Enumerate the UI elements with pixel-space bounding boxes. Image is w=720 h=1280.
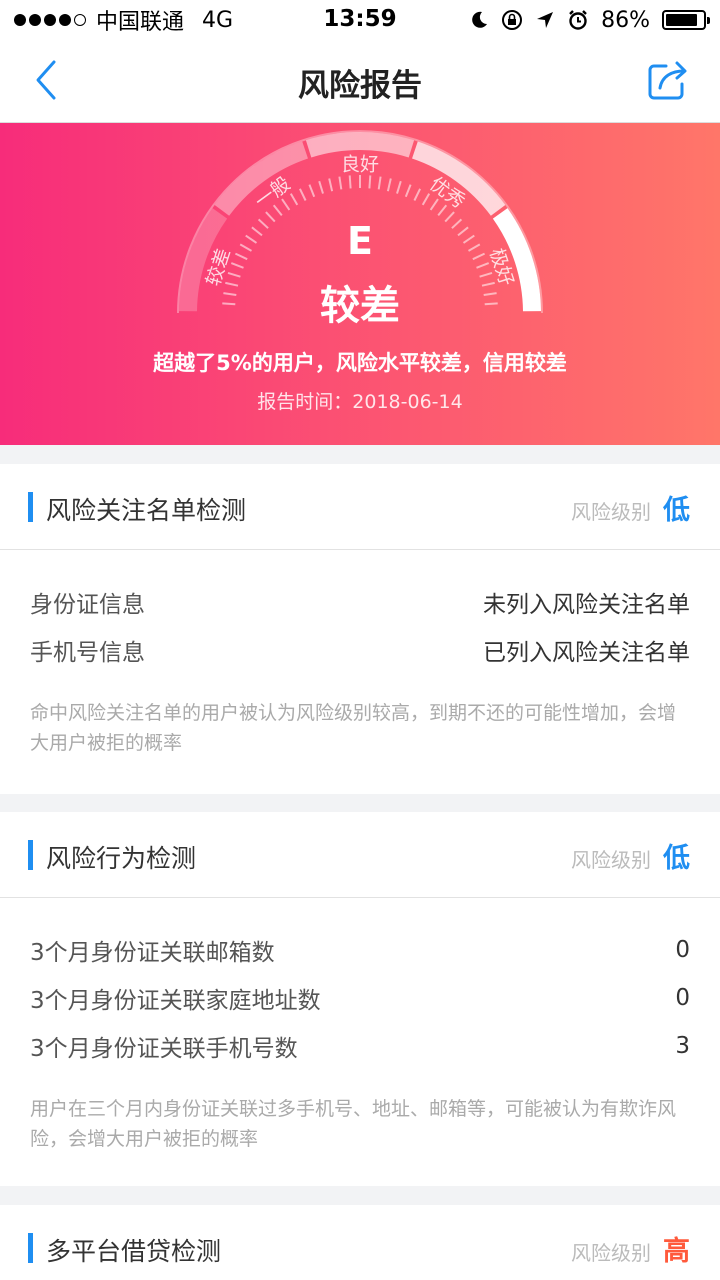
row-value: 0	[675, 985, 690, 1011]
section-note: 用户在三个月内身份证关联过多手机号、地址、邮箱等，可能被认为有欺诈风险，会增大用…	[30, 1098, 677, 1150]
alarm-icon	[569, 10, 587, 30]
risk-level-label: 风险级别	[571, 500, 651, 524]
row-label: 3个月身份证关联手机号数	[30, 1036, 298, 1062]
risk-level-value: 高	[663, 1236, 690, 1267]
gauge-tick	[281, 198, 291, 211]
row-value: 已列入风险关注名单	[483, 640, 690, 666]
gauge-tick	[272, 204, 283, 217]
gauge-tick	[348, 175, 352, 189]
battery-icon	[662, 10, 710, 30]
risk-level-value: 低	[663, 495, 690, 526]
gauge-tick	[404, 184, 412, 198]
gauge-tick	[368, 175, 372, 189]
risk-level-value: 低	[663, 843, 690, 874]
section-header: 风险关注名单检测 风险级别 低	[0, 464, 720, 550]
gauge-tick	[421, 193, 431, 206]
row-label: 3个月身份证关联家庭地址数	[30, 988, 321, 1014]
gauge-tick	[476, 262, 490, 269]
table-row: 手机号信息 已列入风险关注名单	[0, 626, 720, 674]
table-row: 3个月身份证关联家庭地址数 0	[0, 974, 720, 1022]
table-row: 身份证信息 未列入风险关注名单	[0, 578, 720, 626]
gauge-tick	[299, 188, 307, 201]
report-time: 报告时间：2018-06-14	[257, 391, 463, 413]
risk-grade: E	[347, 219, 373, 263]
gauge-tick	[318, 180, 324, 194]
section-header: 风险行为检测 风险级别 低	[0, 812, 720, 898]
section-title: 风险关注名单检测	[46, 496, 247, 525]
info-rows: 身份证信息 未列入风险关注名单 手机号信息 已列入风险关注名单	[0, 550, 720, 674]
row-value: 未列入风险关注名单	[483, 592, 690, 618]
gauge-tick	[377, 176, 382, 190]
battery-percent: 86%	[601, 7, 650, 33]
row-value: 0	[675, 937, 690, 963]
moon-icon	[472, 11, 488, 28]
status-bar-right: 86%	[469, 0, 710, 40]
risk-level-indicator: 风险级别 高	[571, 1229, 690, 1268]
gauge-tick	[308, 184, 316, 198]
risk-summary: 超越了5%的用户，风险水平较差，信用较差	[153, 351, 567, 375]
risk-level: 较差	[320, 283, 400, 329]
gauge-label: 良好	[341, 154, 379, 176]
gauge-tick	[289, 193, 299, 206]
section-note: 命中风险关注名单的用户被认为风险级别较高，到期不还的可能性增加，会增大用户被拒的…	[30, 702, 677, 754]
risk-level-label: 风险级别	[571, 848, 651, 872]
table-row: 3个月身份证关联邮箱数 0	[0, 926, 720, 974]
risk-score-banner: 较差 一般 良好 优秀 极好 E 较差 超越了5%的用户，风险水平较差，信用较差 报告时…	[0, 123, 720, 445]
gauge-tick	[338, 176, 343, 190]
section-accent-bar	[28, 1233, 33, 1263]
section-accent-bar	[28, 492, 33, 522]
gauge-tick	[396, 180, 402, 194]
share-icon[interactable]	[646, 58, 690, 102]
page-title: 风险报告	[298, 68, 422, 104]
watchlist-section: 风险关注名单检测 风险级别 低 身份证信息 未列入风险关注名单 手机号信息 已列…	[0, 464, 720, 794]
section-header: 多平台借贷检测 风险级别 高	[0, 1205, 720, 1280]
gauge-tick	[437, 204, 448, 217]
risk-level-indicator: 风险级别 低	[571, 836, 690, 875]
gauge-tick	[386, 178, 392, 192]
navigation-bar: 风险报告	[0, 40, 720, 123]
row-label: 身份证信息	[30, 592, 145, 618]
gauge-tick	[230, 262, 244, 269]
section-title: 风险行为检测	[46, 844, 197, 873]
section-title: 多平台借贷检测	[46, 1237, 222, 1266]
gauge-tick	[328, 178, 334, 192]
section-accent-bar	[28, 840, 33, 870]
risk-level-label: 风险级别	[571, 1241, 651, 1265]
row-value: 3	[675, 1033, 690, 1059]
gauge-tick	[413, 188, 421, 201]
row-label: 3个月身份证关联邮箱数	[30, 940, 275, 966]
multi-platform-loan-section: 多平台借贷检测 风险级别 高	[0, 1205, 720, 1280]
risk-level-indicator: 风险级别 低	[571, 488, 690, 527]
status-bar: 中国联通 4G 13:59 86%	[0, 0, 720, 40]
rotation-lock-icon	[502, 10, 523, 30]
behavior-section: 风险行为检测 风险级别 低 3个月身份证关联邮箱数 0 3个月身份证关联家庭地址…	[0, 812, 720, 1186]
table-row: 3个月身份证关联手机号数 3	[0, 1022, 720, 1070]
row-label: 手机号信息	[30, 640, 145, 666]
location-icon	[537, 12, 554, 28]
info-rows: 3个月身份证关联邮箱数 0 3个月身份证关联家庭地址数 0 3个月身份证关联手机…	[0, 898, 720, 1070]
gauge-band-3	[305, 132, 415, 158]
gauge-tick	[429, 198, 439, 211]
